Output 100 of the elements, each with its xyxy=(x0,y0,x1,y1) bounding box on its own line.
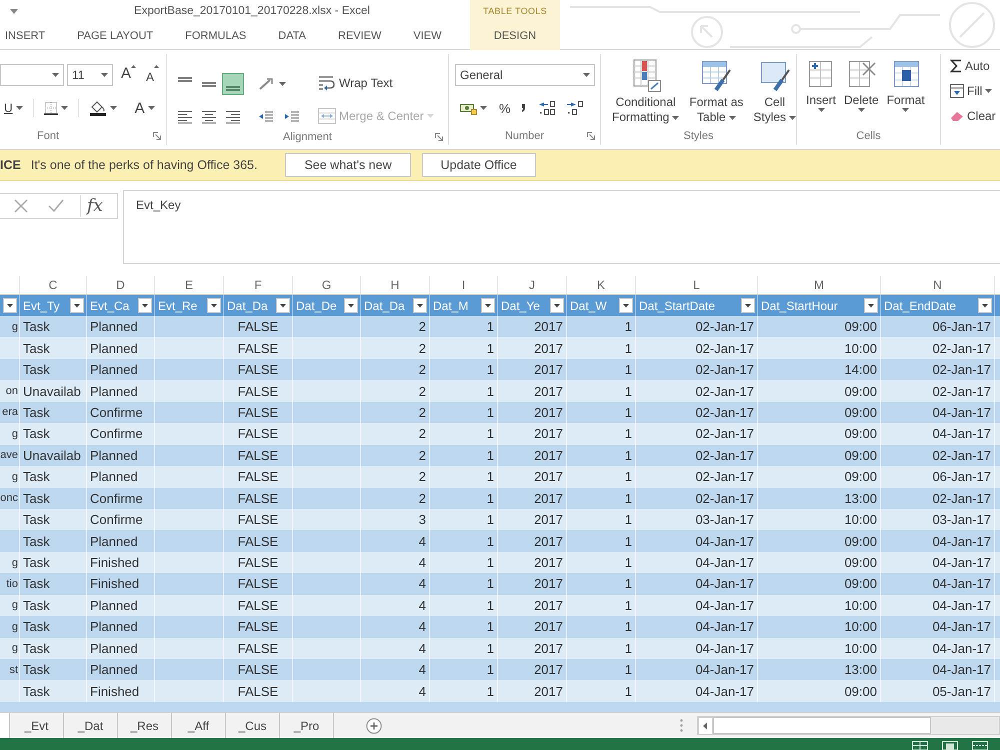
caret-icon xyxy=(902,108,910,112)
column-title: Evt_Re xyxy=(158,298,198,312)
column-title: Evt_Ca xyxy=(90,298,130,312)
page-break-icon[interactable] xyxy=(972,741,988,750)
column-header[interactable]: K xyxy=(567,276,636,294)
filter-dropdown-icon[interactable] xyxy=(481,298,495,313)
splitter-handle-icon[interactable] xyxy=(680,719,683,732)
align-left-icon xyxy=(177,110,193,124)
filter-dropdown-icon[interactable] xyxy=(207,298,221,313)
grow-font-button[interactable]: A xyxy=(118,64,140,86)
ribbon-tab[interactable]: REVIEW xyxy=(322,22,398,49)
caret-icon xyxy=(101,73,108,77)
eraser-icon xyxy=(950,110,964,122)
filter-dropdown-icon[interactable] xyxy=(344,298,358,313)
underline-button[interactable]: U xyxy=(0,97,27,119)
normal-view-icon[interactable] xyxy=(912,741,928,750)
cell-styles-button[interactable]: Cell Styles xyxy=(750,57,800,126)
ribbon-tab[interactable]: DATA xyxy=(262,22,322,49)
plus-circle-icon[interactable] xyxy=(366,718,382,734)
caret-up-icon xyxy=(154,65,160,68)
wrap-text-button[interactable]: Wrap Text xyxy=(314,72,397,94)
filter-dropdown-icon[interactable] xyxy=(741,298,755,313)
fill-button[interactable]: Fill xyxy=(947,81,996,101)
notice-button[interactable]: See what's new xyxy=(285,153,411,177)
filter-dropdown-icon[interactable] xyxy=(138,298,152,313)
notice-button[interactable]: Update Office xyxy=(422,153,536,177)
delete-cells-button[interactable]: Delete xyxy=(841,57,882,113)
number-format-field[interactable]: General xyxy=(455,64,595,86)
table-cell: 4 xyxy=(361,680,430,702)
ribbon-tab[interactable]: VIEW xyxy=(397,22,458,49)
filter-dropdown-icon[interactable] xyxy=(3,298,17,313)
grid-cross-icon xyxy=(846,58,876,90)
page-layout-icon[interactable] xyxy=(942,741,958,750)
ribbon-tab[interactable]: INSERT xyxy=(0,22,62,49)
column-header[interactable]: G xyxy=(293,276,361,294)
align-top-icon xyxy=(177,77,193,82)
scroll-left-icon[interactable] xyxy=(698,717,713,735)
group-label: Styles xyxy=(684,130,714,142)
comma-style-icon[interactable] xyxy=(520,104,526,112)
insert-cells-button[interactable]: Insert xyxy=(803,57,840,113)
notice-message: It's one of the perks of having Office 365. xyxy=(30,158,258,172)
filter-dropdown-icon[interactable] xyxy=(276,298,290,313)
filter-dropdown-icon[interactable] xyxy=(619,298,633,313)
filter-dropdown-icon[interactable] xyxy=(70,298,84,313)
dialog-launcher-icon[interactable] xyxy=(153,132,161,140)
column-header[interactable]: E xyxy=(155,276,224,294)
align-bottom-icon xyxy=(225,86,241,91)
column-header[interactable]: I xyxy=(430,276,498,294)
caret-icon[interactable] xyxy=(10,8,18,14)
column-header[interactable]: N xyxy=(881,276,995,294)
dialog-launcher-icon[interactable] xyxy=(435,133,443,141)
column-title: Dat_De xyxy=(296,298,337,312)
format-as-table-button[interactable]: Format as Table xyxy=(686,57,746,126)
column-header[interactable]: J xyxy=(498,276,567,294)
conditional-formatting-button[interactable]: Conditional Formatting xyxy=(609,57,682,126)
horizontal-scrollbar[interactable] xyxy=(697,716,1000,735)
align-bottom-button[interactable] xyxy=(222,73,244,95)
column-header[interactable]: D xyxy=(87,276,155,294)
ribbon-tab[interactable]: FORMULAS xyxy=(169,22,262,49)
autosum-button[interactable]: Auto xyxy=(947,56,993,76)
indent-decrease-icon[interactable] xyxy=(258,110,274,124)
format-cells-button[interactable]: Format xyxy=(884,57,928,113)
column-header[interactable]: L xyxy=(636,276,758,294)
font-name-field[interactable] xyxy=(0,64,64,86)
scrollbar-thumb[interactable] xyxy=(713,717,931,734)
column-header[interactable]: M xyxy=(758,276,881,294)
filter-dropdown-icon[interactable] xyxy=(864,298,878,313)
insert-function-button[interactable]: fx xyxy=(80,195,103,217)
ribbon-tab[interactable]: PAGE LAYOUT xyxy=(61,22,170,49)
dialog-launcher-icon[interactable] xyxy=(587,132,595,140)
notice-label: ICE xyxy=(0,158,21,172)
filter-dropdown-icon[interactable] xyxy=(978,298,992,313)
column-header[interactable]: C xyxy=(20,276,87,294)
formula-input[interactable]: Evt_Key xyxy=(123,190,1000,264)
filter-dropdown-icon[interactable] xyxy=(413,298,427,313)
contextual-tab-label: TABLE TOOLS xyxy=(483,5,547,18)
column-header[interactable]: H xyxy=(361,276,430,294)
filter-dropdown-icon[interactable] xyxy=(550,298,564,313)
table-brush-icon xyxy=(700,58,732,92)
caret-icon xyxy=(858,108,865,112)
caret-icon xyxy=(985,89,992,93)
column-title: Dat_EndDate xyxy=(884,298,956,312)
check-icon[interactable] xyxy=(48,199,64,213)
font-color-button[interactable]: A xyxy=(130,97,159,119)
percent-style-button[interactable]: % xyxy=(495,97,515,119)
ribbon-tab[interactable]: DESIGN xyxy=(478,22,552,49)
table-cell: Task xyxy=(20,680,87,702)
font-size-field[interactable]: 11 xyxy=(67,64,113,86)
fill-down-icon xyxy=(950,84,964,98)
decimal-increase-icon[interactable] xyxy=(538,101,556,115)
merge-cells-icon xyxy=(318,108,336,124)
table-cell: 1 xyxy=(567,680,636,702)
indent-increase-icon[interactable] xyxy=(284,110,300,124)
caret-icon xyxy=(52,73,59,77)
column-header[interactable]: F xyxy=(224,276,293,294)
clear-button[interactable]: Clear xyxy=(947,106,999,126)
decimal-decrease-icon[interactable] xyxy=(566,101,584,115)
table-cell: FALSE xyxy=(224,680,293,702)
caret-icon xyxy=(818,108,824,112)
shrink-font-button[interactable]: A xyxy=(143,64,162,86)
